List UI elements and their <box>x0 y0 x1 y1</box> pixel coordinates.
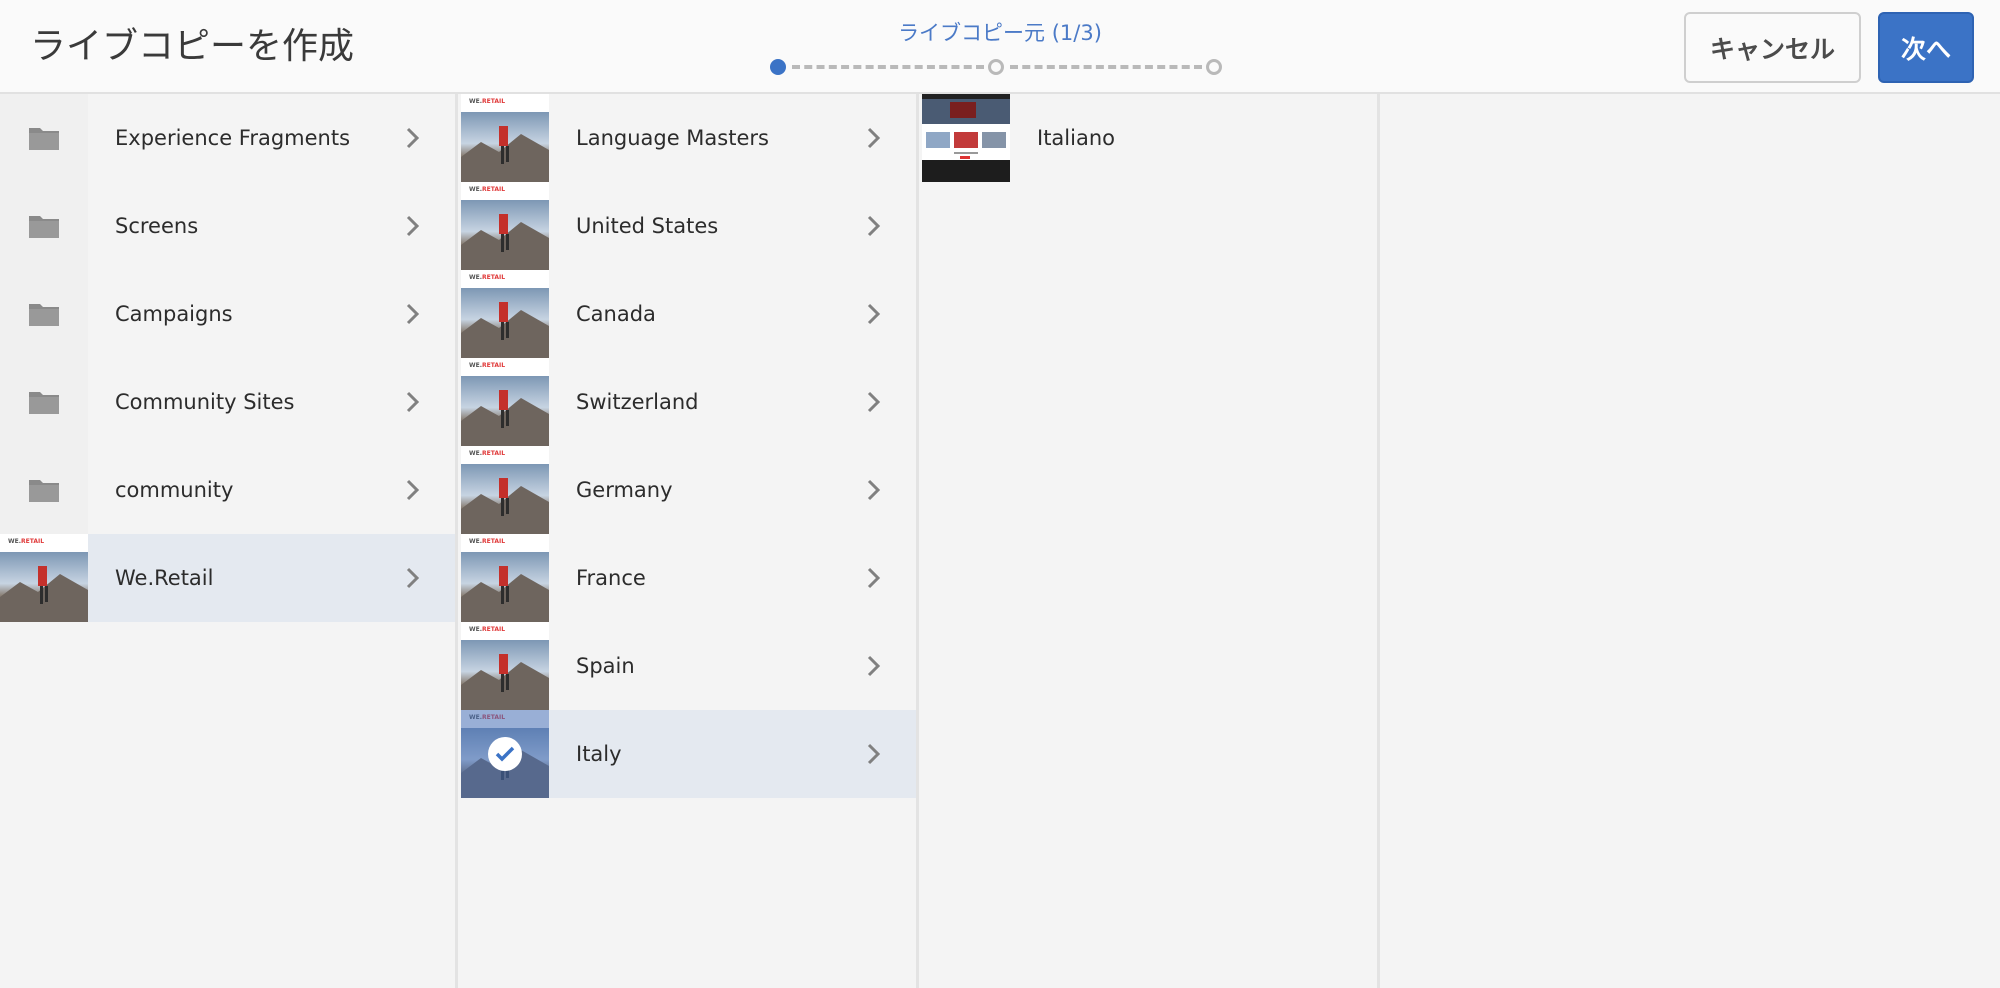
column-item-selected[interactable]: WE.RETAIL We.Retail <box>0 534 455 622</box>
chevron-right-icon[interactable] <box>854 558 894 598</box>
chevron-right-icon[interactable] <box>393 558 433 598</box>
checkmark-icon <box>488 737 522 771</box>
column-item[interactable]: Screens <box>0 182 455 270</box>
column-item-selected[interactable]: WE.RETAIL Italy <box>461 710 916 798</box>
next-button[interactable]: 次へ <box>1878 12 1974 83</box>
column-item[interactable]: WE.RETAIL Spain <box>461 622 916 710</box>
page-thumbnail: WE.RETAIL <box>461 710 549 798</box>
column-item[interactable]: WE.RETAIL United States <box>461 182 916 270</box>
page-thumbnail: WE.RETAIL <box>0 534 88 622</box>
column-item-label: Italiano <box>1037 126 1115 150</box>
chevron-right-icon[interactable] <box>393 382 433 422</box>
page-thumbnail: WE.RETAIL <box>461 270 549 358</box>
page-thumbnail: WE.RETAIL <box>461 358 549 446</box>
chevron-right-icon[interactable] <box>854 382 894 422</box>
column-view-level-3: Italiano <box>922 94 1380 988</box>
column-item-label: community <box>115 478 234 502</box>
chevron-right-icon[interactable] <box>393 294 433 334</box>
column-view-level-2: WE.RETAIL Language Masters WE.RETAIL Uni… <box>461 94 919 988</box>
column-item[interactable]: Experience Fragments <box>0 94 455 182</box>
column-item-label: Language Masters <box>576 126 769 150</box>
column-item-label: Screens <box>115 214 199 238</box>
column-view-level-1: Experience Fragments Screens Campaigns C… <box>0 94 458 988</box>
column-item[interactable]: WE.RETAIL Canada <box>461 270 916 358</box>
wizard-connector <box>1010 65 1202 69</box>
page-thumbnail: WE.RETAIL <box>461 94 549 182</box>
column-item[interactable]: community <box>0 446 455 534</box>
wizard-step-1-dot <box>770 59 786 75</box>
chevron-right-icon[interactable] <box>854 118 894 158</box>
column-item-label: Switzerland <box>576 390 699 414</box>
column-item-label: We.Retail <box>115 566 214 590</box>
folder-icon <box>0 182 88 270</box>
thumbnail-brand: WE.RETAIL <box>8 538 45 545</box>
page-thumbnail <box>922 94 1010 182</box>
column-item[interactable]: WE.RETAIL Germany <box>461 446 916 534</box>
column-item[interactable]: Campaigns <box>0 270 455 358</box>
wizard-step-2-dot <box>988 59 1004 75</box>
page-thumbnail: WE.RETAIL <box>461 622 549 710</box>
column-item-label: Canada <box>576 302 656 326</box>
chevron-right-icon[interactable] <box>854 470 894 510</box>
column-item[interactable]: WE.RETAIL Language Masters <box>461 94 916 182</box>
page-thumbnail: WE.RETAIL <box>461 534 549 622</box>
column-item[interactable]: Italiano <box>922 94 1377 182</box>
wizard-steps: ライブコピー元 (1/3) <box>770 16 1230 80</box>
column-item[interactable]: WE.RETAIL France <box>461 534 916 622</box>
column-item[interactable]: Community Sites <box>0 358 455 446</box>
chevron-right-icon[interactable] <box>393 206 433 246</box>
wizard-step-3-dot <box>1206 59 1222 75</box>
page-thumbnail: WE.RETAIL <box>461 446 549 534</box>
header: ライブコピーを作成 ライブコピー元 (1/3) キャンセル 次へ <box>0 0 2000 94</box>
column-item-label: Community Sites <box>115 390 295 414</box>
column-item-label: Campaigns <box>115 302 233 326</box>
column-item-label: Experience Fragments <box>115 126 351 150</box>
column-item-label: Germany <box>576 478 673 502</box>
folder-icon <box>0 270 88 358</box>
column-item-label: Italy <box>576 742 622 766</box>
wizard-connector <box>792 65 984 69</box>
column-item[interactable]: WE.RETAIL Switzerland <box>461 358 916 446</box>
column-item-label: France <box>576 566 646 590</box>
folder-icon <box>0 446 88 534</box>
column-item-label: Spain <box>576 654 635 678</box>
selection-overlay[interactable] <box>461 710 549 798</box>
chevron-right-icon[interactable] <box>854 646 894 686</box>
cancel-button[interactable]: キャンセル <box>1684 12 1861 83</box>
chevron-right-icon[interactable] <box>393 470 433 510</box>
column-item-label: United States <box>576 214 719 238</box>
page-thumbnail: WE.RETAIL <box>461 182 549 270</box>
folder-icon <box>0 358 88 446</box>
column-view-level-4 <box>1383 94 2000 988</box>
page-title: ライブコピーを作成 <box>30 26 355 67</box>
chevron-right-icon[interactable] <box>854 734 894 774</box>
folder-icon <box>0 94 88 182</box>
chevron-right-icon[interactable] <box>854 206 894 246</box>
chevron-right-icon[interactable] <box>393 118 433 158</box>
wizard-step-label: ライブコピー元 (1/3) <box>898 21 1102 45</box>
chevron-right-icon[interactable] <box>854 294 894 334</box>
